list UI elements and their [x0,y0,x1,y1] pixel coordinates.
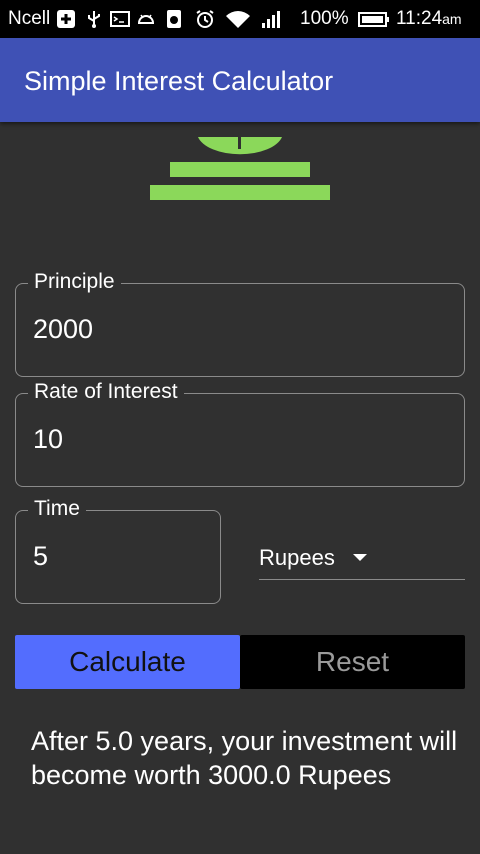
terminal-icon [110,11,130,27]
time-label: Time [28,497,86,521]
battery-icon [358,12,389,27]
currency-dropdown[interactable]: Rupees [259,538,465,580]
rate-label: Rate of Interest [28,380,184,404]
status-bar: Ncell 100% 11:24am [0,0,480,38]
rate-input[interactable]: 10 [33,424,63,455]
android-icon [137,14,155,24]
principle-input[interactable]: 2000 [33,314,93,345]
time-input[interactable]: 5 [33,541,48,572]
principle-label: Principle [28,270,121,294]
reset-button[interactable]: Reset [240,635,465,689]
usb-icon [88,11,100,28]
wifi-icon [226,11,250,28]
clock-ampm: am [442,11,462,27]
signal-icon [262,11,280,28]
dropdown-arrow-icon [353,554,367,561]
clock: 11:24am [396,8,462,30]
alarm-icon [196,10,214,28]
principle-field[interactable]: Principle 2000 [15,270,465,377]
calculate-button[interactable]: Calculate [15,635,240,689]
bank-logo-icon [150,137,330,200]
bug-icon [167,10,181,28]
battery-percent: 100% [300,8,349,29]
app-title: Simple Interest Calculator [24,66,334,96]
clock-time: 11:24 [396,8,443,29]
time-field[interactable]: Time 5 [15,497,221,604]
app-bar: Simple Interest Calculator [0,38,480,122]
carrier-name: Ncell [8,8,51,29]
plus-box-icon [57,10,75,28]
currency-selected: Rupees [259,545,335,570]
rate-of-interest-field[interactable]: Rate of Interest 10 [15,380,465,487]
result-text: After 5.0 years, your investment will be… [31,726,458,790]
